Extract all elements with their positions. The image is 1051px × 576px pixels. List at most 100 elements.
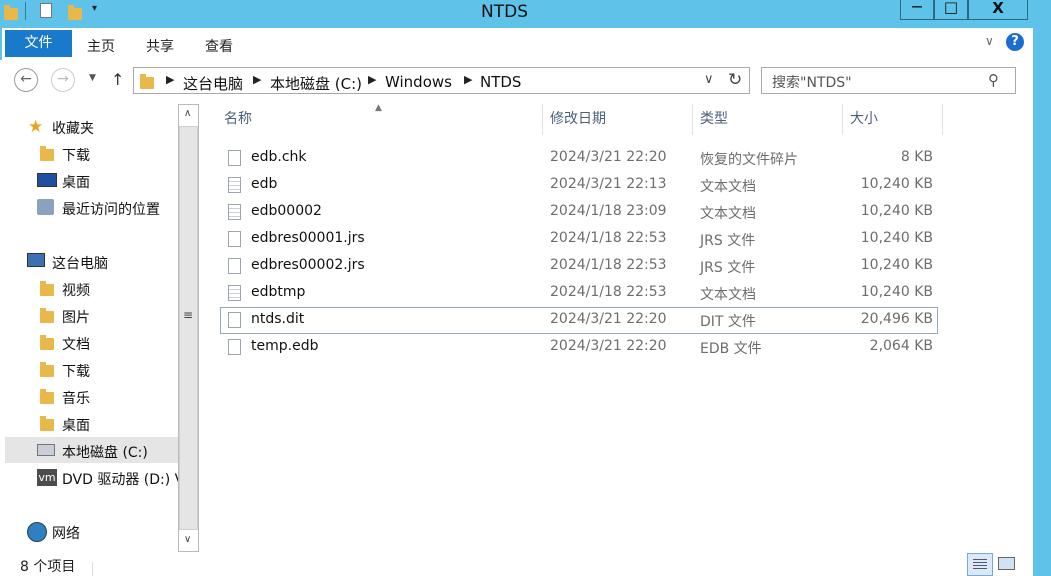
tab-view[interactable]: 查看: [205, 36, 233, 56]
nav-item-desktop[interactable]: 桌面: [62, 172, 90, 192]
column-divider[interactable]: [942, 104, 943, 135]
nav-item-pictures[interactable]: 图片: [62, 307, 90, 327]
nav-item-videos[interactable]: 视频: [62, 280, 90, 300]
search-input[interactable]: 搜索"NTDS": [772, 72, 852, 92]
search-icon[interactable]: ⚲: [988, 71, 999, 89]
window-border: [1033, 28, 1051, 576]
file-date: 2024/1/18 22:53: [550, 284, 667, 300]
desktop-icon: [37, 173, 57, 187]
sort-ascending-icon: ▲: [375, 103, 382, 113]
status-divider: [92, 562, 93, 576]
column-date[interactable]: 修改日期: [550, 104, 606, 135]
status-item-count: 8 个项目: [20, 559, 76, 575]
nav-favorites[interactable]: 收藏夹: [52, 118, 94, 138]
text-file-icon: [228, 204, 241, 220]
minimize-button[interactable]: —: [900, 0, 934, 20]
file-name[interactable]: edbres00002.jrs: [251, 257, 365, 273]
file-name[interactable]: edb.chk: [251, 149, 307, 165]
desktop-folder-icon: [40, 416, 54, 431]
file-name[interactable]: edb00002: [251, 203, 322, 219]
search-box[interactable]: 搜索"NTDS" ⚲: [761, 67, 1016, 94]
up-button[interactable]: ↑: [111, 70, 124, 89]
column-name[interactable]: 名称: [224, 104, 252, 135]
nav-item-downloads-pc[interactable]: 下载: [62, 361, 90, 381]
refresh-icon[interactable]: ↻: [728, 70, 742, 90]
text-file-icon: [228, 285, 241, 301]
file-type: DIT 文件: [700, 314, 756, 330]
file-type: EDB 文件: [700, 341, 762, 357]
file-name[interactable]: edbtmp: [251, 284, 305, 300]
maximize-button[interactable]: □: [934, 0, 968, 20]
nav-scrollbar-thumb[interactable]: [179, 126, 198, 530]
nav-this-pc[interactable]: 这台电脑: [52, 253, 108, 273]
file-name[interactable]: edb: [251, 176, 277, 192]
drive-icon: [37, 444, 55, 456]
chevron-right-icon[interactable]: ▶: [368, 73, 376, 86]
recent-locations-icon[interactable]: ▼: [89, 73, 96, 83]
nav-network[interactable]: 网络: [52, 523, 80, 543]
nav-item-documents[interactable]: 文档: [62, 334, 90, 354]
documents-folder-icon: [40, 335, 54, 350]
file-type: 文本文档: [700, 206, 756, 222]
column-type[interactable]: 类型: [700, 104, 728, 135]
chevron-right-icon[interactable]: ▶: [253, 73, 261, 86]
music-folder-icon: [40, 389, 54, 404]
nav-item-downloads[interactable]: 下载: [62, 145, 90, 165]
breadcrumb-ntds[interactable]: NTDS: [480, 73, 521, 91]
details-view-icon: [973, 559, 987, 570]
table-row[interactable]: temp.edb 2024/3/21 22:20 EDB 文件 2,064 KB: [220, 335, 938, 360]
table-row[interactable]: edb 2024/3/21 22:13 文本文档 10,240 KB: [220, 173, 938, 198]
large-icons-view-button[interactable]: [998, 557, 1015, 570]
help-icon[interactable]: ?: [1006, 33, 1024, 51]
column-size[interactable]: 大小: [850, 104, 878, 135]
table-row[interactable]: edbres00002.jrs 2024/1/18 22:53 JRS 文件 1…: [220, 254, 938, 279]
network-icon: [27, 522, 47, 542]
nav-item-desktop-pc[interactable]: 桌面: [62, 415, 90, 435]
nav-item-local-disk[interactable]: 本地磁盘 (C:): [62, 442, 148, 462]
file-type: 文本文档: [700, 179, 756, 195]
column-divider[interactable]: [692, 104, 693, 135]
scroll-up-icon[interactable]: ∧: [184, 108, 191, 119]
table-row[interactable]: edb.chk 2024/3/21 22:20 恢复的文件碎片 8 KB: [220, 146, 938, 171]
file-date: 2024/3/21 22:20: [550, 338, 667, 354]
scroll-down-icon[interactable]: ∨: [184, 534, 191, 545]
table-row[interactable]: edbres00001.jrs 2024/1/18 22:53 JRS 文件 1…: [220, 227, 938, 252]
breadcrumb-windows[interactable]: Windows: [385, 73, 452, 91]
nav-item-music[interactable]: 音乐: [62, 388, 90, 408]
file-date: 2024/3/21 22:20: [550, 149, 667, 165]
file-name[interactable]: ntds.dit: [251, 311, 304, 327]
file-type: 恢复的文件碎片: [700, 152, 798, 168]
tab-file[interactable]: 文件: [5, 30, 72, 57]
downloads-folder-icon: [40, 146, 54, 161]
blank-file-icon: [228, 339, 241, 355]
table-row[interactable]: edb00002 2024/1/18 23:09 文本文档 10,240 KB: [220, 200, 938, 225]
address-bar[interactable]: ▶ 这台电脑 ▶ 本地磁盘 (C:) ▶ Windows ▶ NTDS ∨ ↻: [133, 67, 750, 94]
tab-home[interactable]: 主页: [87, 36, 115, 56]
chevron-right-icon[interactable]: ▶: [464, 73, 472, 86]
breadcrumb-local-disk[interactable]: 本地磁盘 (C:): [270, 73, 362, 94]
file-type: JRS 文件: [700, 260, 756, 276]
nav-item-recent[interactable]: 最近访问的位置: [62, 199, 160, 219]
details-view-button[interactable]: [967, 553, 993, 576]
file-name[interactable]: edbres00001.jrs: [251, 230, 365, 246]
close-button[interactable]: X: [968, 0, 1028, 20]
dvd-drive-icon: vm: [37, 469, 57, 486]
forward-button[interactable]: →: [51, 68, 75, 92]
tab-share[interactable]: 共享: [146, 36, 174, 56]
star-icon: ★: [28, 117, 44, 137]
table-row-selected[interactable]: ntds.dit 2024/3/21 22:20 DIT 文件 20,496 K…: [220, 307, 938, 334]
expand-ribbon-icon[interactable]: ∨: [985, 34, 994, 48]
scroll-grip-icon: ≡: [183, 308, 194, 322]
column-divider[interactable]: [542, 104, 543, 135]
address-dropdown-icon[interactable]: ∨: [704, 72, 714, 87]
table-row[interactable]: edbtmp 2024/1/18 22:53 文本文档 10,240 KB: [220, 281, 938, 306]
chevron-right-icon[interactable]: ▶: [166, 73, 174, 86]
file-date: 2024/3/21 22:20: [550, 311, 667, 327]
breadcrumb-this-pc[interactable]: 这台电脑: [183, 73, 243, 94]
column-divider[interactable]: [842, 104, 843, 135]
back-button[interactable]: ←: [14, 68, 38, 92]
file-name[interactable]: temp.edb: [251, 338, 318, 354]
file-date: 2024/1/18 23:09: [550, 203, 667, 219]
file-date: 2024/1/18 22:53: [550, 230, 667, 246]
nav-item-dvd[interactable]: DVD 驱动器 (D:) V: [62, 469, 178, 489]
